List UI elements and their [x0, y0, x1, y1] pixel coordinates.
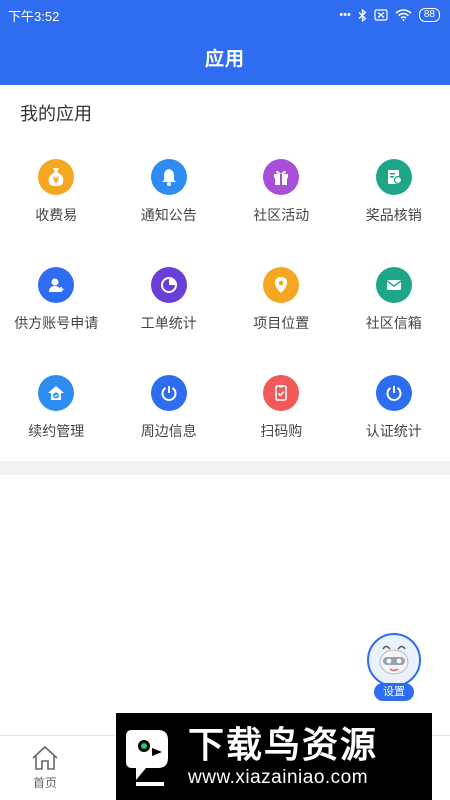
- app-item-renewal[interactable]: 续约管理: [0, 361, 113, 469]
- app-item-order-stats[interactable]: 工单统计: [113, 253, 226, 361]
- svg-text:¥: ¥: [53, 176, 60, 186]
- app-label: 扫码购: [260, 423, 303, 439]
- section-divider: [0, 461, 450, 475]
- app-label: 周边信息: [140, 423, 197, 439]
- app-item-supplier-apply[interactable]: 供方账号申请: [0, 253, 113, 361]
- location-pin-icon: [263, 267, 300, 303]
- app-label: 项目位置: [253, 315, 310, 331]
- watermark-cn-text: 下载鸟资源: [188, 723, 379, 765]
- bell-icon: [150, 159, 187, 195]
- scan-cart-icon: [263, 375, 300, 411]
- settings-label: 设置: [374, 683, 414, 701]
- bluetooth-icon: [358, 8, 367, 22]
- app-label: 奖品核销: [365, 207, 422, 223]
- app-item-cert-stats[interactable]: 认证统计: [338, 361, 450, 469]
- app-item-fee[interactable]: ¥ 收费易: [0, 145, 113, 253]
- app-item-project-location[interactable]: 项目位置: [225, 253, 338, 361]
- app-label: 社区信箱: [365, 315, 422, 331]
- power-icon: [150, 375, 187, 411]
- robot-avatar-icon: [367, 633, 421, 687]
- bird-logo-icon: [126, 729, 168, 786]
- battery-indicator: 88: [418, 8, 440, 22]
- app-label: 社区活动: [253, 207, 310, 223]
- home-icon: [32, 745, 58, 770]
- section-title: 我的应用: [20, 104, 92, 124]
- watermark-text: 下载鸟资源 www.xiazainiao.com: [188, 723, 379, 789]
- tab-home[interactable]: 首页: [22, 744, 68, 791]
- status-time: 下午3:52: [8, 8, 60, 24]
- app-grid: ¥ 收费易 通知公告 社区活动 奖品核销 供方账号申请 工单统计 项目位置 社区…: [0, 145, 450, 469]
- app-label: 续约管理: [28, 423, 85, 439]
- more-dots-icon: •••: [339, 9, 351, 21]
- status-icons: ••• 88: [339, 8, 440, 22]
- badge-icon: [375, 159, 412, 195]
- pie-chart-icon: [150, 267, 187, 303]
- watermark-banner: 下载鸟资源 www.xiazainiao.com: [116, 713, 432, 800]
- app-label: 工单统计: [140, 315, 197, 331]
- app-item-mailbox[interactable]: 社区信箱: [338, 253, 450, 361]
- power-icon: [375, 375, 412, 411]
- app-item-notice[interactable]: 通知公告: [113, 145, 226, 253]
- app-item-activity[interactable]: 社区活动: [225, 145, 338, 253]
- app-item-scan-buy[interactable]: 扫码购: [225, 361, 338, 469]
- app-label: 认证统计: [365, 423, 422, 439]
- wifi-icon: [395, 9, 412, 21]
- top-bar: 下午3:52 ••• 88 应用: [0, 0, 450, 85]
- page-title: 应用: [204, 49, 245, 70]
- settings-float-button[interactable]: 设置: [366, 633, 422, 705]
- watermark-url: www.xiazainiao.com: [188, 766, 369, 788]
- app-item-nearby[interactable]: 周边信息: [113, 361, 226, 469]
- tab-home-label: 首页: [32, 776, 57, 790]
- user-add-icon: [38, 267, 75, 303]
- gift-icon: [263, 159, 300, 195]
- app-label: 通知公告: [140, 207, 197, 223]
- app-label: 收费易: [35, 207, 78, 223]
- no-sim-icon: [374, 9, 388, 21]
- app-label: 供方账号申请: [14, 315, 99, 331]
- mail-icon: [375, 267, 412, 303]
- money-bag-icon: ¥: [38, 159, 75, 195]
- status-bar: 下午3:52 ••• 88: [0, 0, 450, 30]
- home-check-icon: [38, 375, 75, 411]
- app-item-prize[interactable]: 奖品核销: [338, 145, 450, 253]
